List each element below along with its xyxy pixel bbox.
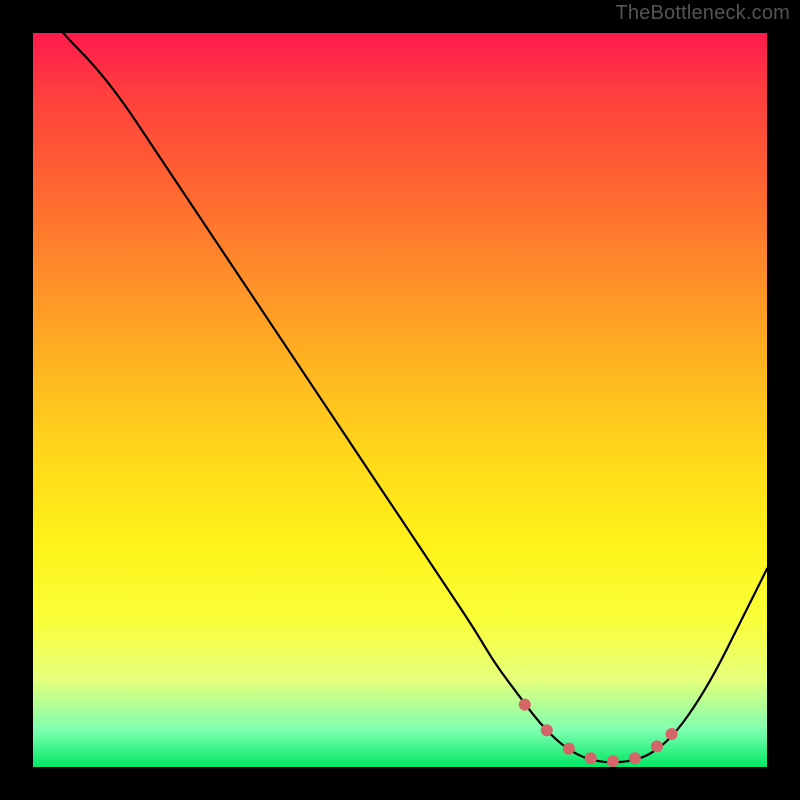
watermark-text: TheBottleneck.com bbox=[615, 2, 790, 25]
bottleneck-curve bbox=[33, 0, 767, 762]
marker-dot bbox=[651, 740, 663, 752]
marker-dot bbox=[563, 743, 575, 755]
marker-dot bbox=[607, 755, 619, 767]
marker-dot bbox=[585, 752, 597, 764]
highlight-dots bbox=[519, 699, 678, 768]
marker-dot bbox=[519, 699, 531, 711]
marker-dot bbox=[666, 728, 678, 740]
plot-area bbox=[33, 33, 767, 767]
marker-dot bbox=[629, 752, 641, 764]
marker-dot bbox=[541, 724, 553, 736]
chart-frame: TheBottleneck.com bbox=[0, 0, 800, 800]
chart-svg bbox=[33, 33, 767, 767]
